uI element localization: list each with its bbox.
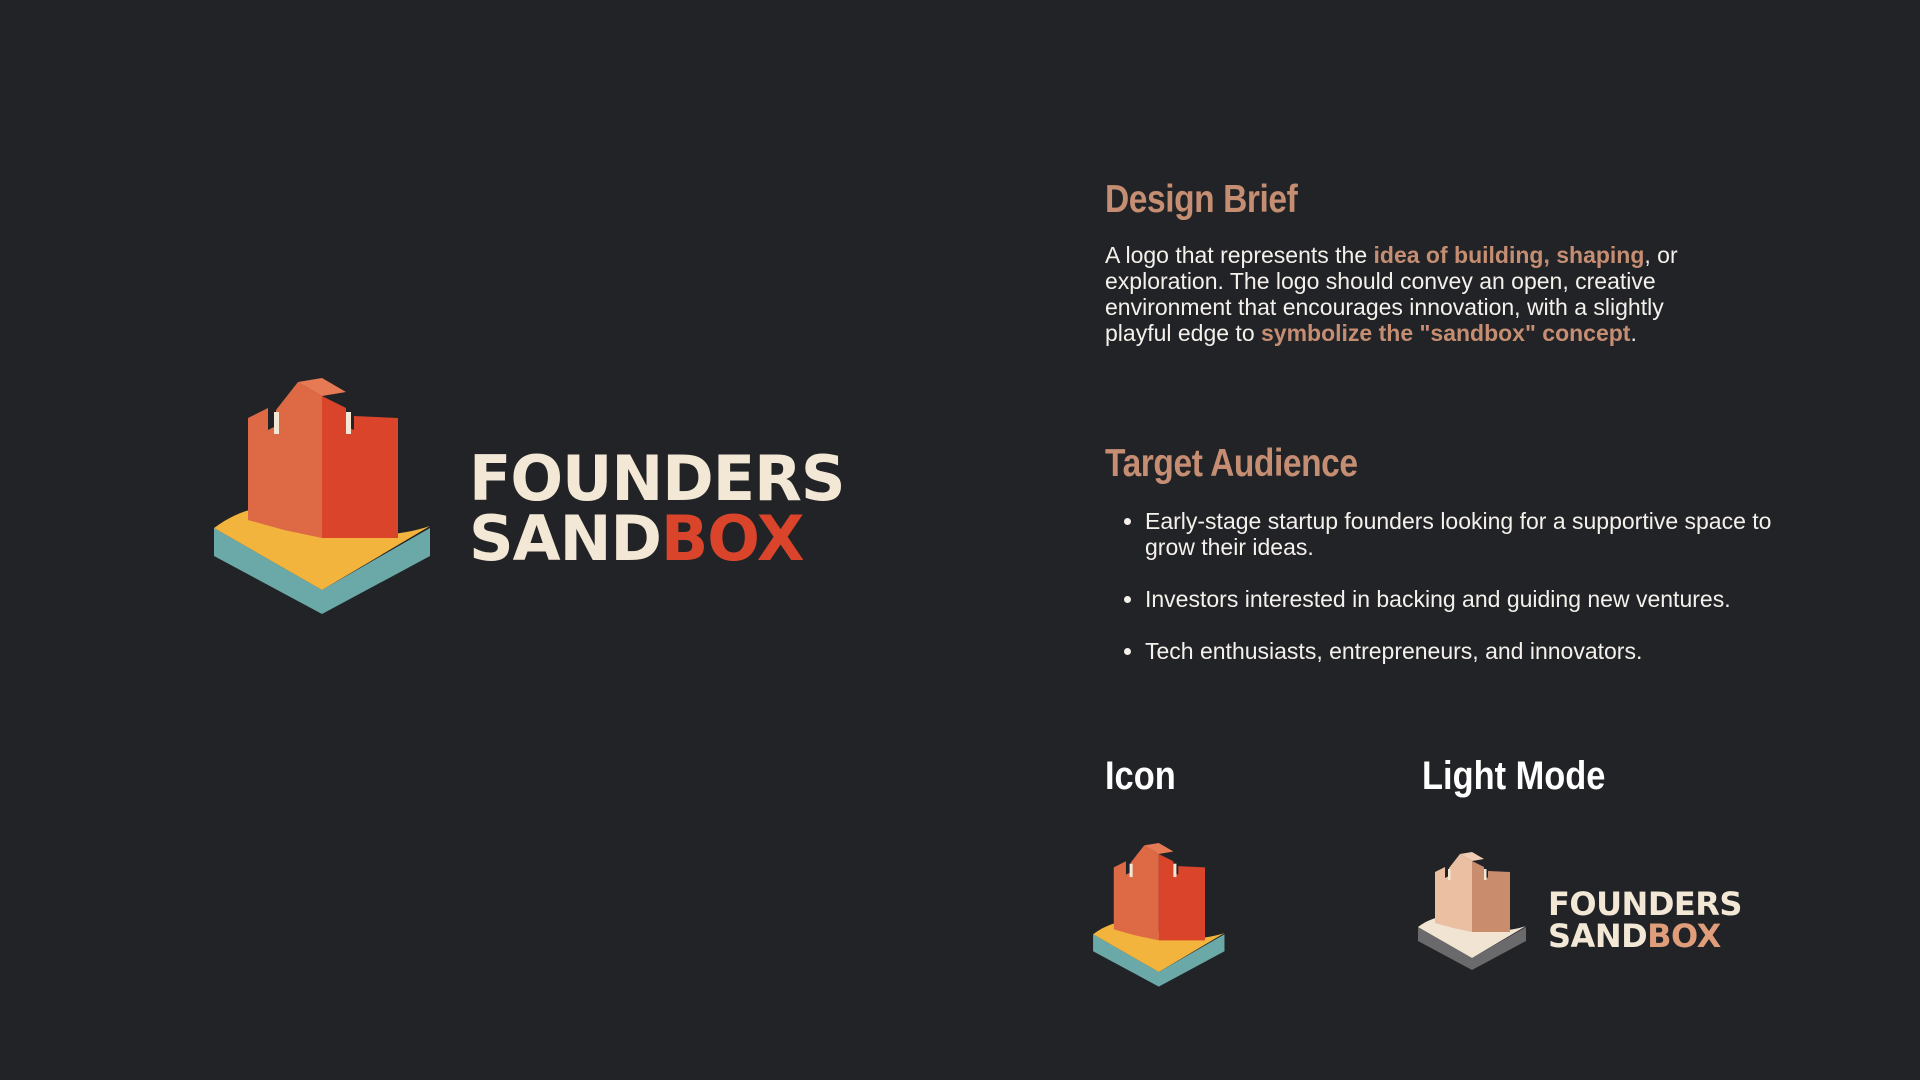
wordmark-sandbox: SANDBOX	[469, 508, 845, 570]
light-wordmark-founders: FOUNDERS	[1548, 885, 1742, 923]
design-brief-text: A logo that represents the idea of build…	[1105, 242, 1705, 346]
brief-highlight-2: symbolize the "sandbox" concept	[1261, 320, 1631, 346]
list-item: Investors interested in backing and guid…	[1145, 586, 1785, 612]
castle-sandbox-icon-light	[1418, 852, 1526, 970]
brief-highlight-1: idea of building, shaping	[1373, 242, 1645, 268]
castle-sandbox-icon-small	[1093, 843, 1225, 987]
info-panel: Design Brief A logo that represents the …	[1105, 178, 1805, 690]
light-wordmark-sandbox: SANDBOX	[1548, 920, 1742, 952]
light-wordmark-sand: SAND	[1548, 917, 1648, 955]
design-brief-title: Design Brief	[1105, 178, 1298, 221]
light-mode-wordmark: FOUNDERS SANDBOX	[1548, 888, 1742, 952]
wordmark-founders: FOUNDERS	[469, 442, 846, 515]
audience-list: Early-stage startup founders looking for…	[1105, 508, 1805, 664]
list-item: Tech enthusiasts, entrepreneurs, and inn…	[1145, 638, 1785, 664]
light-mode-section-title: Light Mode	[1422, 754, 1606, 798]
wordmark-sand: SAND	[469, 502, 662, 575]
light-wordmark-box: BOX	[1647, 917, 1721, 955]
wordmark: FOUNDERS SANDBOX	[469, 442, 846, 570]
castle-sandbox-icon	[214, 378, 430, 614]
icon-section-title: Icon	[1105, 754, 1176, 798]
target-audience-title: Target Audience	[1105, 442, 1358, 485]
brief-text-1: A logo that represents the	[1105, 242, 1374, 268]
wordmark-box: BOX	[661, 502, 805, 575]
brief-text-3: .	[1630, 320, 1637, 346]
main-logo: FOUNDERS SANDBOX	[214, 378, 846, 618]
list-item: Early-stage startup founders looking for…	[1145, 508, 1785, 560]
